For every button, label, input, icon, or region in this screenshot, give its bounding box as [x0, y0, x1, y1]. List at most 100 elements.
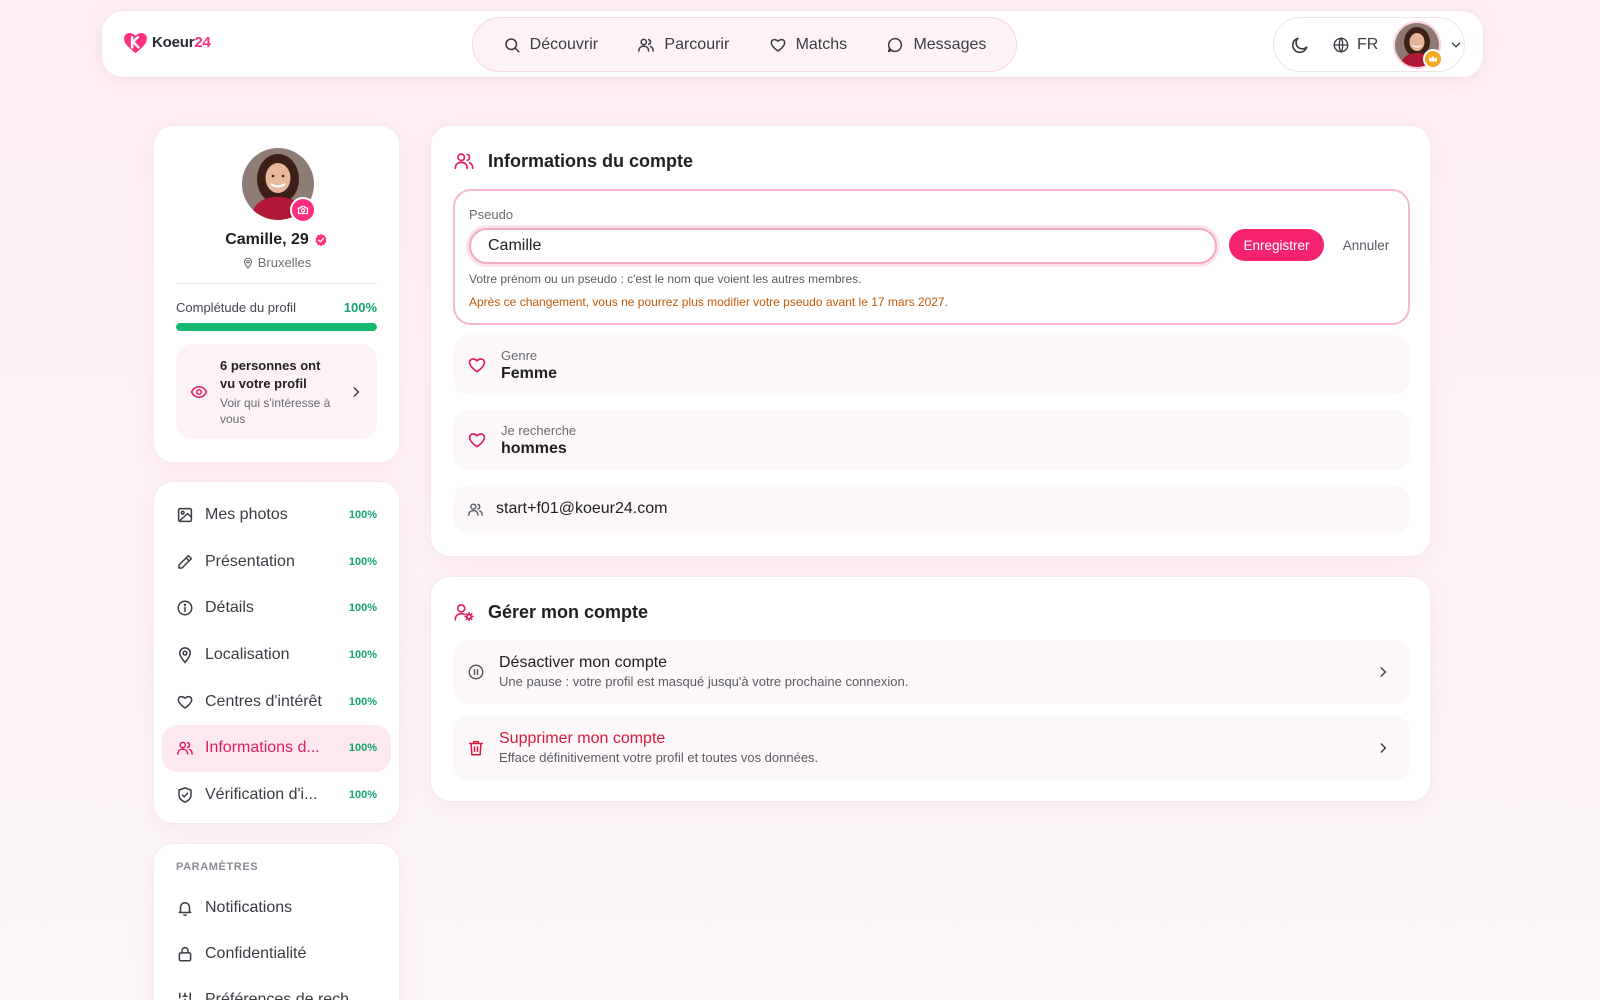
- email-value: start+f01@koeur24.com: [496, 500, 668, 517]
- brand-number: 24: [194, 34, 211, 51]
- section-percent: 100%: [348, 742, 377, 755]
- section-presentation[interactable]: Présentation 100%: [162, 539, 391, 586]
- brand-name: Koeur24: [152, 34, 211, 51]
- brand-logo[interactable]: Koeur24: [122, 29, 211, 56]
- trash-icon: [468, 740, 484, 756]
- account-info-header: Informations du compte: [453, 150, 693, 172]
- section-label: Mes photos: [205, 506, 288, 524]
- settings-label: Confidentialité: [205, 945, 307, 962]
- gender-value: Femme: [501, 364, 558, 382]
- language-selector[interactable]: FR: [1332, 36, 1378, 54]
- section-percent: 100%: [348, 788, 377, 801]
- users-icon: [638, 38, 655, 52]
- section-percent: 100%: [348, 649, 377, 662]
- account-info-title: Informations du compte: [488, 150, 694, 171]
- section-centres-interet[interactable]: Centres d'intérêt 100%: [162, 678, 391, 725]
- seeking-label: Je recherche: [501, 422, 577, 438]
- change-photo-button[interactable]: [290, 197, 316, 223]
- nav-decouvrir[interactable]: Découvrir: [503, 36, 598, 54]
- profile-card: Camille, 29 Bruxelles Complétude du prof…: [153, 125, 400, 463]
- settings-label: Notifications: [205, 899, 293, 916]
- pseudo-label: Pseudo: [469, 207, 514, 222]
- sliders-icon: [177, 992, 191, 1000]
- nav-parcourir[interactable]: Parcourir: [637, 36, 729, 54]
- seeking-row[interactable]: Je recherche hommes: [453, 410, 1410, 470]
- nav-parcourir-label: Parcourir: [664, 35, 730, 53]
- section-verification-identite[interactable]: Vérification d'i... 100%: [162, 772, 391, 819]
- gender-row[interactable]: Genre Femme: [453, 335, 1410, 395]
- section-percent: 100%: [348, 555, 377, 568]
- completion-value: 100%: [343, 300, 377, 315]
- views-title: 6 personnes ont vu votre profil: [220, 357, 321, 391]
- heart-icon: [468, 358, 486, 373]
- chevron-right-icon: [1380, 667, 1387, 677]
- globe-icon: [1333, 36, 1349, 53]
- section-mes-photos[interactable]: Mes photos 100%: [162, 492, 391, 539]
- shield-check-icon: [178, 786, 192, 803]
- section-label: Vérification d'i...: [205, 785, 318, 803]
- profile-city: Bruxelles: [257, 255, 312, 270]
- users-icon: [177, 741, 193, 756]
- settings-menu: PARAMÈTRES Notifications Confidentialité…: [153, 843, 400, 1000]
- settings-confidentialite[interactable]: Confidentialité: [154, 931, 399, 977]
- seeking-value: hommes: [501, 439, 567, 457]
- heart-icon: [177, 695, 193, 709]
- main-nav: Découvrir Parcourir Matchs Messages: [472, 17, 1017, 72]
- completion-progress-bar: [176, 323, 377, 331]
- pseudo-input[interactable]: [469, 228, 1217, 264]
- nav-messages[interactable]: Messages: [886, 36, 986, 54]
- map-pin-icon: [243, 257, 252, 269]
- profile-location: Bruxelles: [154, 255, 399, 270]
- section-percent: 100%: [348, 509, 377, 522]
- map-pin-icon: [178, 647, 192, 664]
- profile-sections-menu: Mes photos 100% Présentation 100% Détail…: [153, 481, 400, 824]
- section-label: Informations d...: [205, 739, 320, 757]
- divider: [176, 283, 377, 284]
- nav-decouvrir-label: Découvrir: [529, 35, 599, 53]
- top-bar: Koeur24 Découvrir Parcourir Matchs Messa…: [101, 10, 1484, 78]
- pseudo-editor: Pseudo Enregistrer Annuler Votre prénom …: [453, 189, 1410, 325]
- settings-label: Préférences de rech...: [205, 991, 363, 1000]
- save-button[interactable]: Enregistrer: [1229, 229, 1324, 261]
- section-label: Localisation: [205, 646, 290, 664]
- pencil-icon: [178, 554, 193, 569]
- settings-heading: PARAMÈTRES: [176, 861, 259, 873]
- delete-subtitle: Efface définitivement votre profil et to…: [499, 750, 819, 765]
- eye-icon: [190, 385, 208, 398]
- verified-badge-icon: [315, 233, 327, 247]
- user-avatar-button[interactable]: [1393, 20, 1444, 69]
- section-label: Centres d'intérêt: [205, 692, 322, 710]
- section-localisation[interactable]: Localisation 100%: [162, 632, 391, 679]
- info-icon: [177, 600, 193, 616]
- profile-views-button[interactable]: 6 personnes ont vu votre profil Voir qui…: [176, 344, 377, 439]
- deactivate-title: Désactiver mon compte: [499, 654, 668, 671]
- premium-crown-icon: [1423, 48, 1444, 69]
- heart-icon: [770, 38, 786, 52]
- section-details[interactable]: Détails 100%: [162, 585, 391, 632]
- lock-icon: [178, 946, 192, 962]
- delete-title: Supprimer mon compte: [499, 730, 666, 747]
- deactivate-account-button[interactable]: Désactiver mon compte Une pause : votre …: [453, 640, 1410, 704]
- delete-account-button[interactable]: Supprimer mon compte Efface définitiveme…: [453, 716, 1410, 780]
- manage-account-card: Gérer mon compte Désactiver mon compte U…: [430, 576, 1431, 802]
- chat-icon: [888, 37, 903, 52]
- settings-preferences[interactable]: Préférences de rech...: [154, 977, 399, 1000]
- image-icon: [177, 508, 193, 523]
- nav-matchs[interactable]: Matchs: [769, 35, 848, 54]
- users-icon: [454, 153, 474, 170]
- gender-label: Genre: [501, 347, 538, 363]
- email-row: start+f01@koeur24.com: [453, 485, 1410, 533]
- section-informations-compte[interactable]: Informations d... 100%: [162, 724, 391, 772]
- bell-icon: [178, 902, 192, 917]
- nav-matchs-label: Matchs: [795, 35, 848, 53]
- section-percent: 100%: [348, 602, 377, 615]
- manage-account-header: Gérer mon compte: [453, 601, 648, 623]
- cancel-button[interactable]: Annuler: [1331, 229, 1401, 261]
- moon-icon[interactable]: [1290, 35, 1310, 55]
- profile-completion: Complétude du profil 100%: [176, 300, 377, 315]
- camera-icon: [297, 205, 309, 215]
- chevron-down-icon[interactable]: [1449, 38, 1463, 52]
- deactivate-subtitle: Une pause : votre profil est masqué jusq…: [499, 674, 909, 689]
- settings-notifications[interactable]: Notifications: [154, 885, 399, 931]
- user-settings-icon: [454, 604, 474, 622]
